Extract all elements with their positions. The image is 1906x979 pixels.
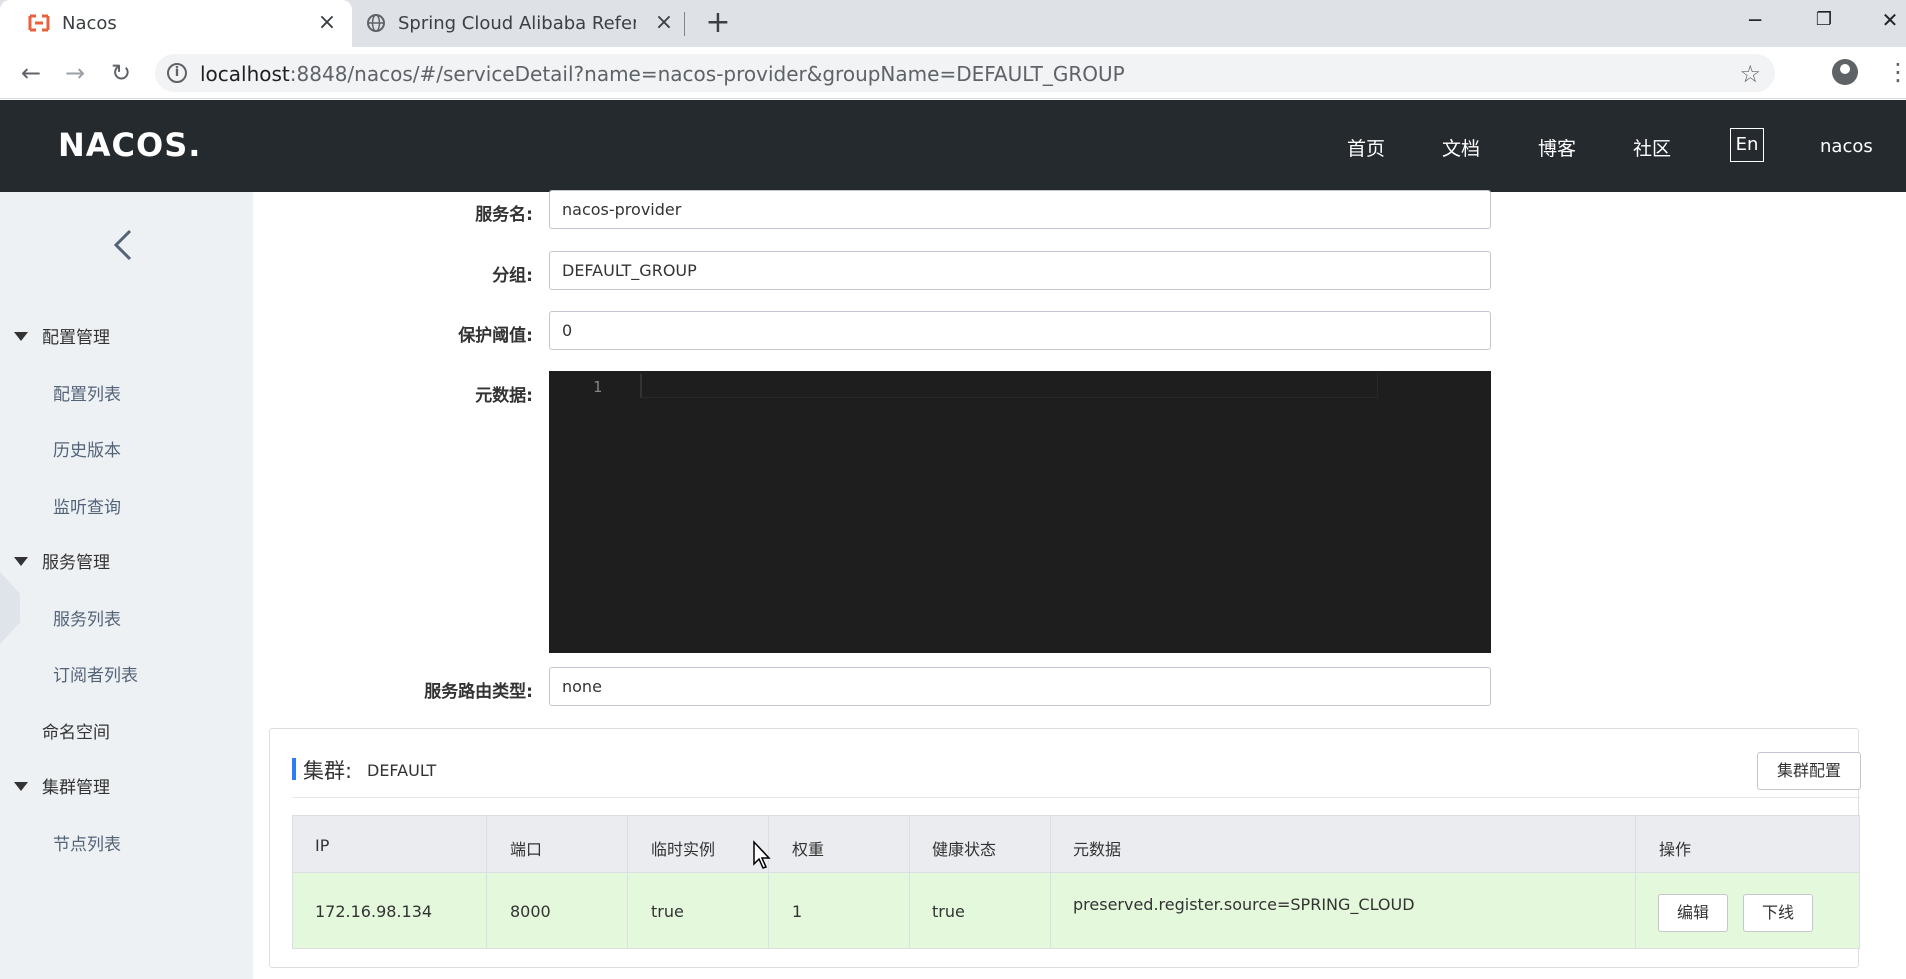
tab-title: Spring Cloud Alibaba Referenc: [398, 13, 636, 34]
tab-title: Nacos: [62, 13, 117, 34]
card-divider: [292, 797, 1860, 798]
metadata-label: 元数据:: [475, 386, 533, 406]
address-bar[interactable]: i localhost:8848/nacos/#/serviceDetail?n…: [155, 54, 1775, 92]
nav-blog[interactable]: 博客: [1538, 134, 1576, 161]
tab-separator: [684, 12, 685, 36]
nacos-favicon-icon: [28, 14, 50, 32]
sidebar-group-cluster[interactable]: 集群管理: [14, 773, 110, 798]
reload-icon[interactable]: ↻: [106, 58, 136, 88]
column-separator: [768, 815, 769, 949]
restore-window-icon[interactable]: ❐: [1796, 0, 1852, 40]
user-name[interactable]: nacos: [1820, 136, 1873, 157]
profile-avatar-icon[interactable]: [1832, 59, 1858, 85]
cluster-title: 集群:: [303, 759, 353, 783]
cell-metadata: preserved.register.source=SPRING_CLOUD: [1073, 895, 1415, 914]
sidebar-item-history[interactable]: 历史版本: [53, 436, 121, 461]
editor-line-number: 1: [593, 378, 603, 396]
sidebar: [0, 192, 253, 979]
url-text[interactable]: localhost:8848/nacos/#/serviceDetail?nam…: [200, 62, 1125, 86]
cluster-config-button[interactable]: 集群配置: [1757, 752, 1861, 790]
selector-type-label: 服务路由类型:: [424, 682, 533, 702]
editor-current-line: [640, 374, 1378, 398]
site-info-icon[interactable]: i: [167, 63, 187, 83]
nacos-logo[interactable]: NACOS.: [58, 126, 201, 164]
column-separator: [1635, 815, 1636, 949]
nav-community[interactable]: 社区: [1633, 134, 1671, 161]
sidebar-group-config[interactable]: 配置管理: [14, 323, 110, 348]
globe-icon: [367, 14, 385, 32]
close-window-icon[interactable]: ✕: [1862, 0, 1906, 40]
browser-tab-nacos[interactable]: Nacos ×: [0, 0, 352, 47]
column-header-ip: IP: [315, 836, 330, 855]
new-tab-plus-icon[interactable]: +: [703, 8, 733, 38]
browser-tabstrip: Nacos × Spring Cloud Alibaba Referenc × …: [0, 0, 1906, 47]
sidebar-item-subscriber-list[interactable]: 订阅者列表: [53, 661, 138, 686]
sidebar-item-namespace[interactable]: 命名空间: [42, 718, 110, 743]
cell-health: true: [932, 902, 965, 921]
sidebar-item-node-list[interactable]: 节点列表: [53, 830, 121, 855]
column-header-actions: 操作: [1659, 840, 1692, 859]
sidebar-group-service[interactable]: 服务管理: [14, 548, 110, 573]
app-header: [0, 100, 1906, 192]
selector-type-field[interactable]: none: [549, 667, 1491, 706]
column-separator: [1050, 815, 1051, 949]
group-label: 分组:: [492, 266, 533, 286]
minimize-icon[interactable]: ─: [1727, 0, 1783, 40]
language-toggle-button[interactable]: En: [1730, 128, 1764, 162]
column-header-health: 健康状态: [932, 840, 997, 859]
nav-home[interactable]: 首页: [1347, 134, 1385, 161]
mouse-cursor-icon: [753, 840, 771, 869]
column-header-weight: 权重: [792, 840, 825, 859]
service-name-label: 服务名:: [475, 205, 533, 225]
column-header-port: 端口: [510, 840, 543, 859]
cell-ip: 172.16.98.134: [315, 902, 433, 921]
close-tab-icon[interactable]: ×: [315, 11, 339, 35]
cell-weight: 1: [792, 902, 803, 921]
group-field[interactable]: DEFAULT_GROUP: [549, 251, 1491, 290]
column-header-metadata: 元数据: [1073, 840, 1122, 859]
column-separator: [627, 815, 628, 949]
column-separator: [486, 815, 487, 949]
protect-threshold-label: 保护阈值:: [458, 326, 533, 346]
edit-instance-button[interactable]: 编辑: [1658, 894, 1728, 932]
sidebar-item-service-list[interactable]: 服务列表: [53, 605, 121, 630]
browser-menu-icon[interactable]: ⋮: [1886, 58, 1906, 86]
protect-threshold-field[interactable]: 0: [549, 311, 1491, 350]
column-header-ephemeral: 临时实例: [651, 840, 716, 859]
sidebar-item-config-list[interactable]: 配置列表: [53, 380, 121, 405]
caret-down-icon: [14, 331, 28, 341]
collapse-sidebar-chevron-icon[interactable]: [110, 228, 140, 264]
bookmark-star-icon[interactable]: ☆: [1739, 60, 1761, 88]
column-separator: [909, 815, 910, 949]
sidebar-item-listener-query[interactable]: 监听查询: [53, 493, 121, 518]
cluster-title-accent-bar: [292, 758, 296, 780]
metadata-code-editor[interactable]: 1: [549, 371, 1491, 653]
back-arrow-icon[interactable]: ←: [16, 58, 46, 88]
cell-ephemeral: true: [651, 902, 684, 921]
forward-arrow-icon[interactable]: →: [60, 58, 90, 88]
browser-toolbar: ← → ↻ i localhost:8848/nacos/#/serviceDe…: [0, 47, 1906, 99]
nav-docs[interactable]: 文档: [1442, 134, 1480, 161]
browser-tab-spring-cloud[interactable]: Spring Cloud Alibaba Referenc ×: [352, 0, 684, 47]
caret-down-icon: [14, 781, 28, 791]
cluster-name: DEFAULT: [367, 761, 437, 780]
caret-down-icon: [14, 556, 28, 566]
close-tab-icon[interactable]: ×: [652, 11, 676, 35]
service-name-field[interactable]: nacos-provider: [549, 190, 1491, 229]
offline-instance-button[interactable]: 下线: [1743, 894, 1813, 932]
cell-port: 8000: [510, 902, 551, 921]
